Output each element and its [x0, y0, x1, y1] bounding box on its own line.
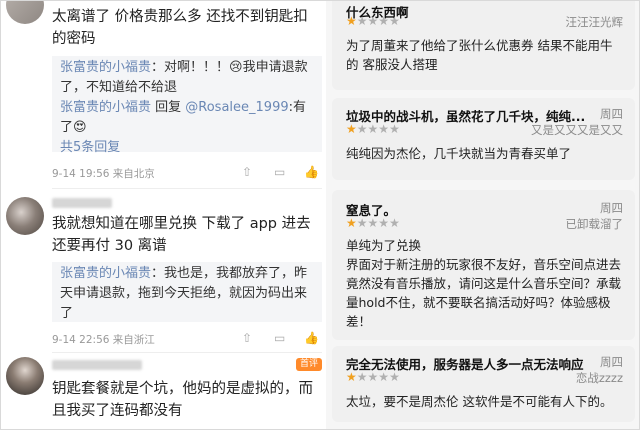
screenshot-border	[0, 0, 640, 430]
